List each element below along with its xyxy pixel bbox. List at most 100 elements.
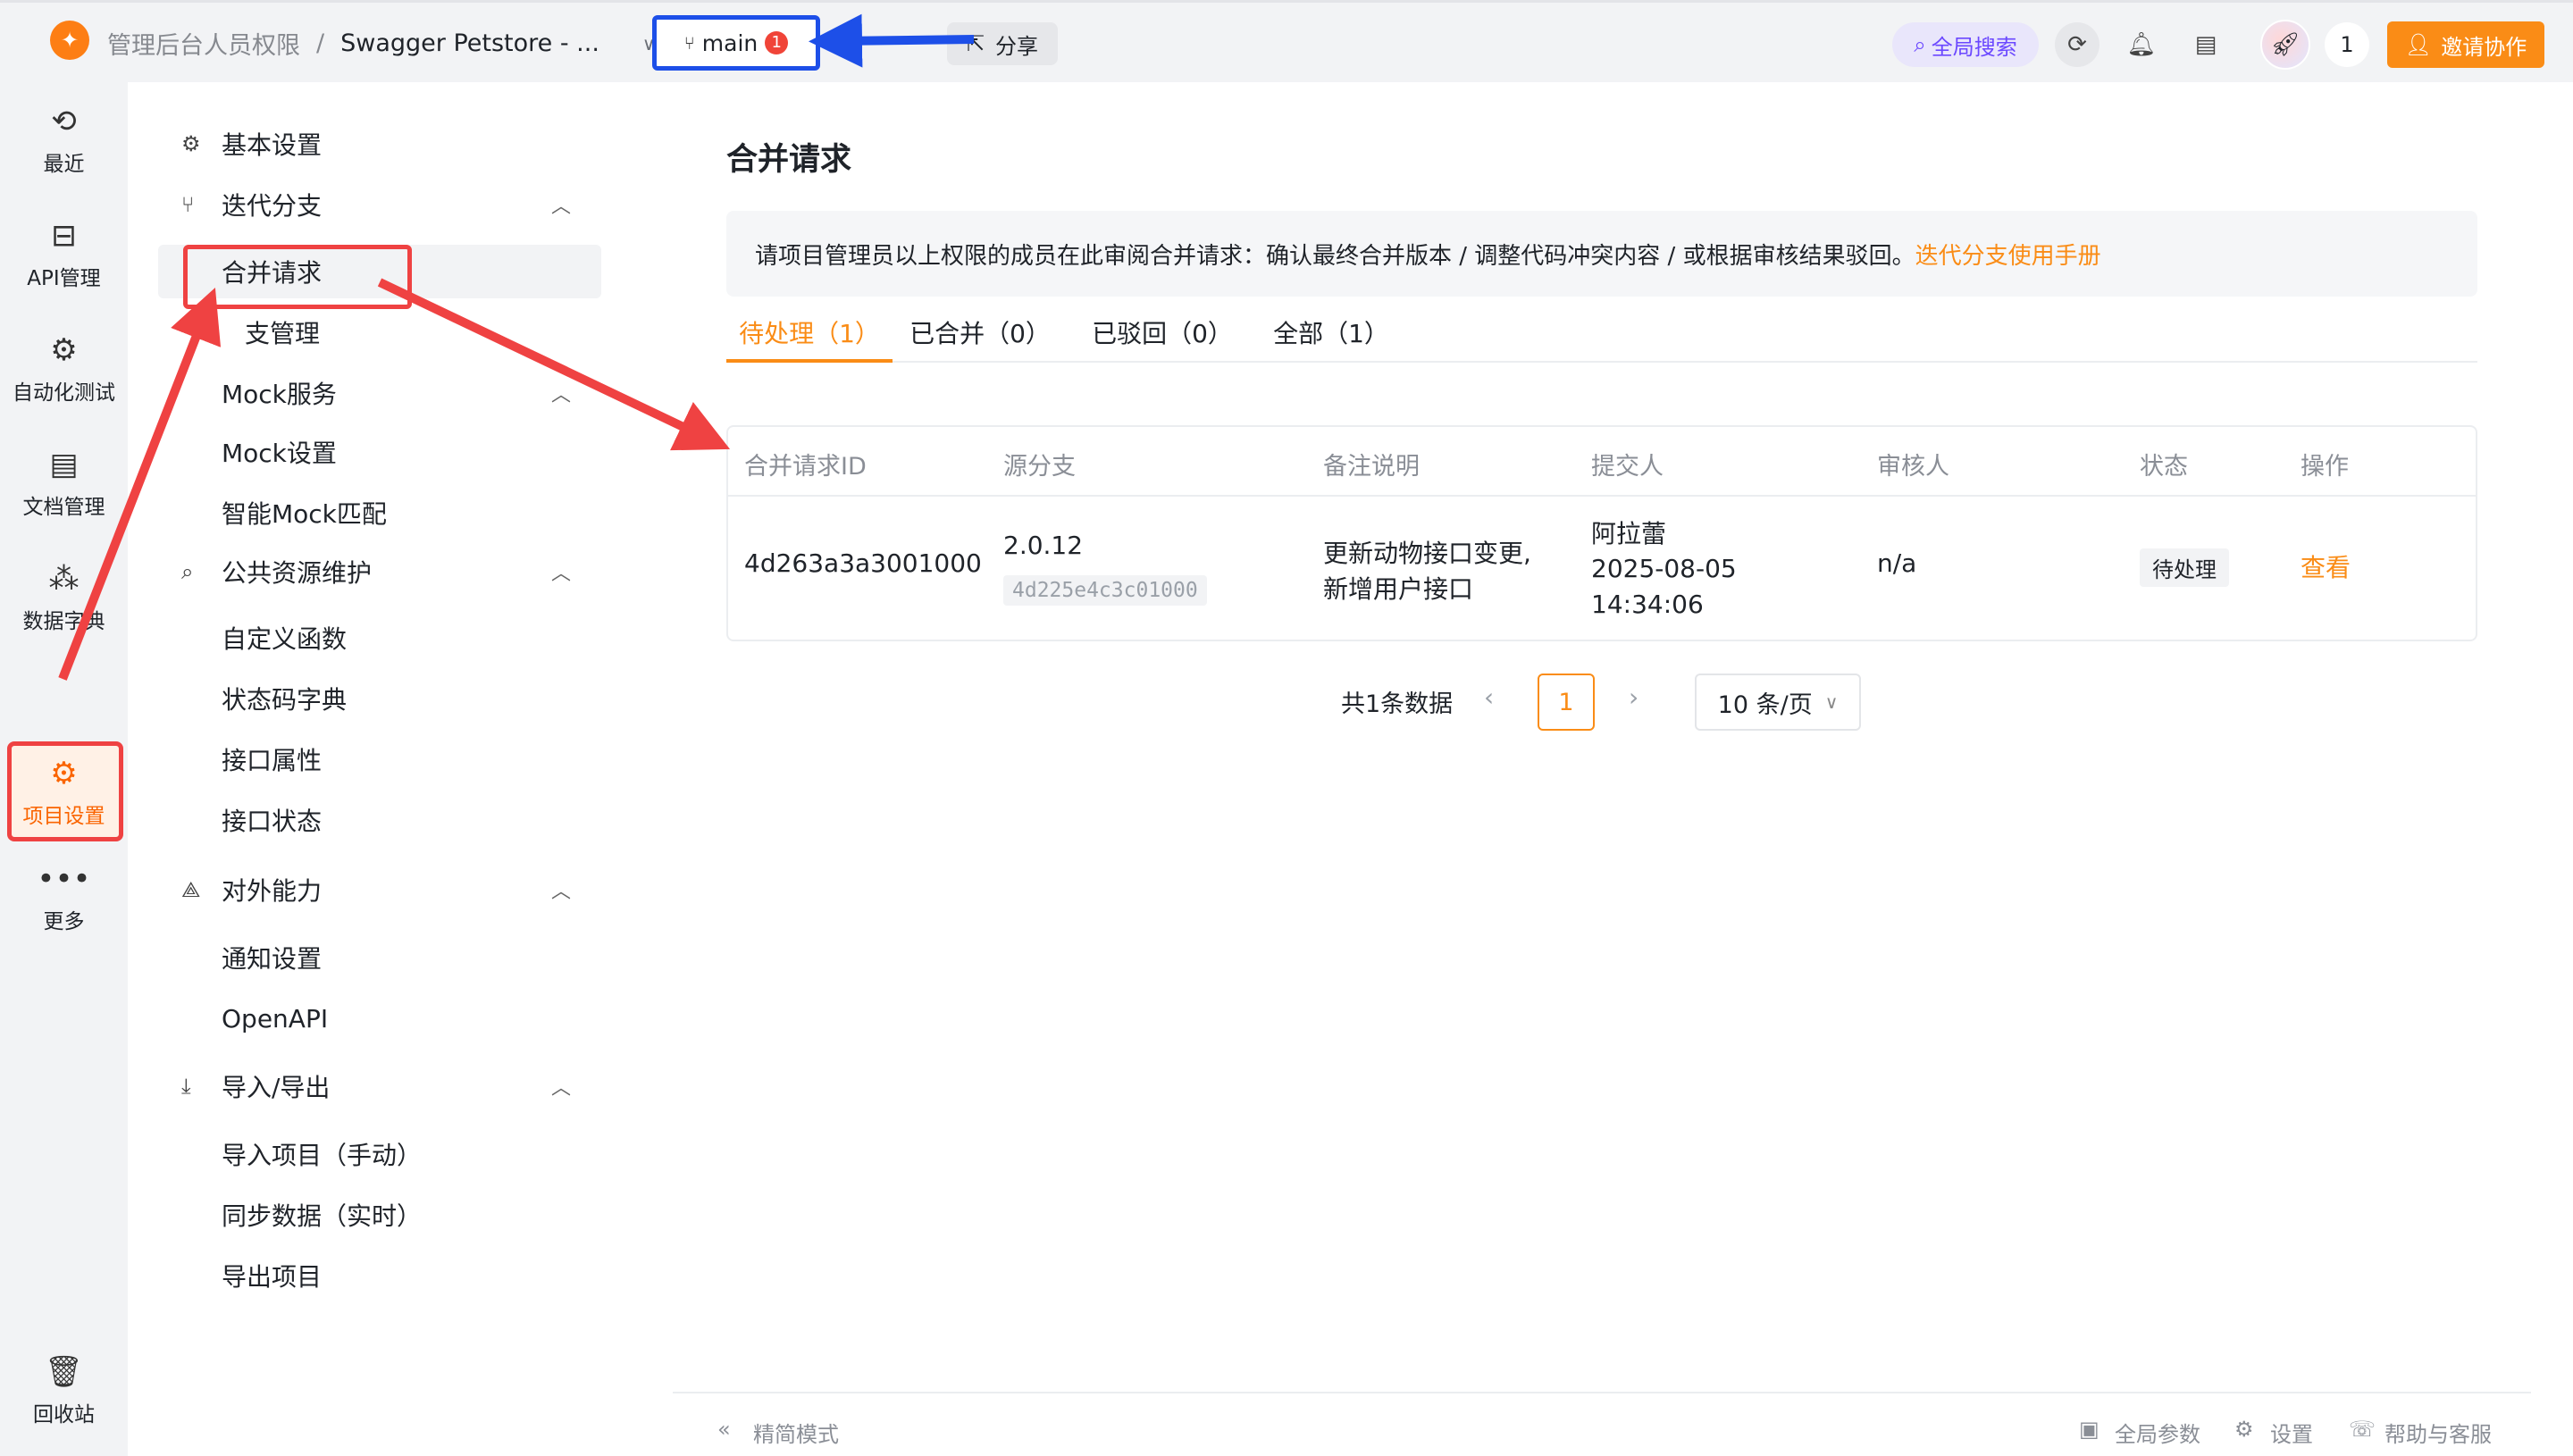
nav-label: Mock服务 [222, 380, 337, 409]
merge-request-tabs: 待处理（1） 已合并（0） 已驳回（0） 全部（1） [726, 311, 2477, 363]
submit-date: 2025-08-05 [1591, 554, 1737, 583]
page-size-select[interactable]: 10 条/页 ∨ [1695, 674, 1861, 731]
settings-link[interactable]: 设置 [2270, 1417, 2313, 1448]
nav-item-mock-settings[interactable]: Mock设置 [128, 425, 628, 479]
tab-merged[interactable]: 已合并（0） [909, 311, 1052, 363]
chevron-up-icon[interactable]: ︿ [551, 190, 571, 219]
tab-rejected[interactable]: 已驳回（0） [1091, 311, 1234, 363]
nav-group-mock-service[interactable]: Mock服务 ︿ [128, 366, 628, 420]
submitter-name: 阿拉蕾 [1591, 519, 1667, 548]
nav-label: 自定义函数 [222, 624, 348, 654]
import-icon: ⤓ [181, 1074, 191, 1099]
app-logo-icon[interactable]: ✦ [50, 21, 89, 60]
breadcrumb-project[interactable]: Swagger Petstore - ... [340, 29, 599, 57]
rail-label-api: API管理 [27, 267, 101, 290]
nav-item-sync-realtime[interactable]: 同步数据（实时） [128, 1188, 628, 1242]
online-user-count[interactable]: 1 [2325, 22, 2369, 67]
notice-banner: 请项目管理员以上权限的成员在此审阅合并请求：确认最终合并版本 / 调整代码冲突内… [726, 211, 2477, 297]
share-button[interactable]: ⇱ 分享 [947, 22, 1058, 65]
nav-group-import-export[interactable]: ⤓ 导入/导出 ︿ [128, 1059, 628, 1113]
column-header: 备注说明 [1323, 453, 1420, 481]
nav-item-custom-functions[interactable]: 自定义函数 [128, 611, 628, 665]
tab-pending[interactable]: 待处理（1） [726, 311, 893, 363]
collapse-icon[interactable]: « [717, 1417, 731, 1442]
breadcrumb-team[interactable]: 管理后台人员权限 [107, 26, 300, 61]
nav-item-smart-mock[interactable]: 智能Mock匹配 [128, 486, 628, 540]
reviewer: n/a [1877, 548, 1917, 578]
nav-basic-settings[interactable]: ⚙ 基本设置 [128, 117, 628, 171]
nav-label: 通知设置 [222, 944, 323, 974]
table-row[interactable]: 4d263a3a3001000 2.0.12 4d225e4c3c01000 更… [728, 497, 2476, 640]
nav-label: 导入项目（手动） [222, 1141, 423, 1170]
nav-label: 智能Mock匹配 [222, 499, 387, 529]
nav-item-openapi[interactable]: OpenAPI [128, 992, 628, 1045]
nav-item-export-project[interactable]: 导出项目 [128, 1249, 628, 1302]
nav-item-status-codes[interactable]: 状态码字典 [128, 672, 628, 725]
note-line-2: 新增用户接口 [1323, 574, 1474, 604]
rail-item-data-dictionary[interactable]: ⁂ 数据字典 [0, 548, 128, 647]
nav-group-public-resources[interactable]: ⌕ 公共资源维护 ︿ [128, 545, 628, 598]
rail-label-data-dictionary: 数据字典 [22, 610, 105, 633]
project-settings-icon: ⚙ [50, 756, 78, 791]
rail-item-api[interactable]: ⊟ API管理 [0, 205, 128, 304]
chevron-up-icon[interactable]: ︿ [551, 557, 571, 586]
branch-badge: 1 [765, 31, 789, 54]
rail-item-trash[interactable]: 🗑︎ 回收站 [0, 1342, 128, 1440]
rail-item-docs[interactable]: ▤ 文档管理 [0, 434, 128, 532]
global-params-link[interactable]: 全局参数 [2115, 1417, 2200, 1448]
nav-group-iteration-branch[interactable]: ⑂ 迭代分支 ︿ [128, 178, 628, 231]
manual-link[interactable]: 迭代分支使用手册 [1915, 238, 2101, 271]
share-label: 分享 [995, 33, 1039, 59]
more-icon: ••• [37, 861, 91, 897]
rail-item-automation[interactable]: ⚙ 自动化测试 [0, 320, 128, 418]
nav-label: 公共资源维护 [222, 558, 373, 588]
history-icon: ⟲ [51, 104, 77, 139]
nav-item-api-status[interactable]: 接口状态 [128, 793, 628, 847]
share-icon: ⇱ [966, 31, 985, 56]
nav-item-notification-settings[interactable]: 通知设置 [128, 931, 628, 984]
merge-request-table: 合并请求ID 源分支 备注说明 提交人 审核人 状态 操作 4d263a3a30… [726, 425, 2477, 641]
global-search-button[interactable]: ⌕ 全局搜索 [1892, 22, 2039, 67]
nav-item-branch-management[interactable]: 支管理 [128, 305, 628, 359]
invite-button[interactable]: 👤︎ 邀请协作 [2387, 21, 2544, 68]
page-size-value: 10 条/页 [1717, 690, 1813, 719]
invite-label: 邀请协作 [2441, 34, 2527, 60]
top-header: ✦ 管理后台人员权限 / Swagger Petstore - ... ∨ ⑂ … [0, 0, 2573, 82]
current-page-button[interactable]: 1 [1538, 674, 1595, 731]
search-label: 全局搜索 [1931, 34, 2017, 60]
nav-item-import-manual[interactable]: 导入项目（手动） [128, 1127, 628, 1181]
status-badge: 待处理 [2140, 548, 2229, 587]
simple-mode-toggle[interactable]: 精简模式 [753, 1417, 839, 1448]
chevron-up-icon[interactable]: ︿ [551, 379, 571, 407]
nav-label: 导入/导出 [222, 1073, 331, 1102]
rail-item-recent[interactable]: ⟲ 最近 [0, 91, 128, 189]
data-dictionary-icon: ⁂ [48, 561, 80, 597]
source-branch: 2.0.12 [1003, 531, 1084, 560]
rail-label-trash: 回收站 [33, 1403, 95, 1427]
merge-request-id: 4d263a3a3001000 [744, 548, 982, 578]
tab-all[interactable]: 全部（1） [1273, 311, 1389, 363]
help-link[interactable]: 帮助与客服 [2384, 1417, 2492, 1448]
chevron-up-icon[interactable]: ︿ [551, 875, 571, 904]
chevron-right-icon[interactable]: › [1629, 682, 1639, 712]
nav-label: 接口状态 [222, 807, 323, 836]
rail-item-project-settings[interactable]: ⚙ 项目设置 [0, 743, 128, 841]
bell-icon[interactable]: 🔔︎ [2119, 22, 2164, 67]
refresh-icon[interactable]: ⟳ [2055, 22, 2099, 67]
api-icon: ⊟ [51, 218, 77, 254]
nav-group-external[interactable]: ⟁ 对外能力 ︿ [128, 863, 628, 916]
view-link[interactable]: 查看 [2301, 548, 2351, 584]
breadcrumb: 管理后台人员权限 / Swagger Petstore - ... ∨ [107, 26, 656, 61]
chevron-up-icon[interactable]: ︿ [551, 1072, 571, 1100]
chevron-left-icon[interactable]: ‹ [1484, 682, 1494, 712]
add-user-icon: 👤︎ [2404, 32, 2433, 57]
nav-item-api-properties[interactable]: 接口属性 [128, 732, 628, 786]
share-network-icon: ⟁ [181, 877, 201, 902]
page-title: 合并请求 [726, 142, 852, 178]
nav-label: 支管理 [245, 319, 321, 348]
rail-item-more[interactable]: ••• 更多 [0, 849, 128, 947]
branch-selector-button[interactable]: ⑂ main 1 [652, 15, 820, 71]
rail-label-docs: 文档管理 [22, 496, 105, 519]
avatar[interactable]: 🚀︎ [2260, 20, 2310, 70]
notes-icon[interactable]: ▤ [2183, 22, 2228, 67]
